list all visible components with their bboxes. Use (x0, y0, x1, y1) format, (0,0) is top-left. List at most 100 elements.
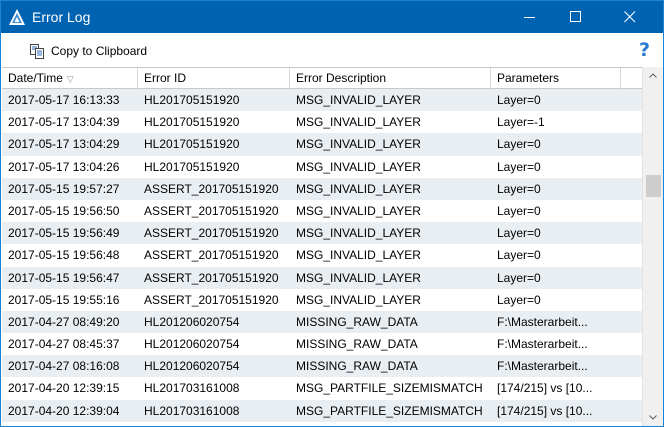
cell-parameters: F:\Masterarbeit... (497, 314, 588, 329)
table-row[interactable]: 2017-05-17 16:13:33 HL201705151920 MSG_I… (2, 89, 642, 112)
cell-datetime: 2017-04-20 12:39:15 (8, 381, 120, 396)
cell-error-description: MSG_INVALID_LAYER (296, 292, 421, 307)
cell-error-id: HL201705151920 (144, 93, 240, 107)
maximize-button[interactable] (553, 1, 599, 33)
cell-parameters: Layer=-1 (497, 115, 545, 130)
cell-parameters: F:\Masterarbeit... (497, 337, 588, 352)
close-icon (624, 11, 636, 23)
cell-error-description: MSG_INVALID_LAYER (296, 137, 421, 152)
cell-error-id: ASSERT_201705151920 (144, 226, 279, 241)
column-header-datetime[interactable]: Date/Time ▽ (2, 68, 138, 89)
cell-error-description: MSG_INVALID_LAYER (296, 203, 421, 218)
table-body: 2017-05-17 16:13:33 HL201705151920 MSG_I… (2, 89, 642, 422)
cell-parameters: Layer=0 (497, 226, 541, 241)
table-row[interactable]: 2017-05-17 13:04:29 HL201705151920 MSG_I… (2, 133, 642, 156)
cell-datetime: 2017-05-15 19:56:50 (8, 203, 120, 218)
title-bar[interactable]: Error Log (1, 1, 663, 33)
chevron-up-icon (649, 73, 657, 78)
table-row[interactable]: 2017-05-15 19:56:48 ASSERT_201705151920 … (2, 244, 642, 266)
cell-error-id: HL201705151920 (144, 159, 240, 174)
copy-to-clipboard-label: Copy to Clipboard (51, 44, 148, 58)
table-row[interactable]: 2017-05-15 19:57:27 ASSERT_201705151920 … (2, 177, 642, 200)
help-icon[interactable]: ? (639, 39, 650, 61)
cell-parameters: Layer=0 (497, 159, 541, 174)
scrollbar-thumb[interactable] (646, 175, 661, 197)
column-header-label: Error Description (296, 71, 387, 85)
cell-datetime: 2017-04-27 08:45:37 (8, 337, 120, 352)
cell-datetime: 2017-04-27 08:16:08 (8, 359, 120, 374)
copy-to-clipboard-button[interactable]: Copy to Clipboard (29, 41, 147, 61)
maximize-icon (570, 11, 581, 22)
error-log-table: Date/Time ▽ Error ID Error Description Pa… (2, 67, 642, 426)
table-row[interactable]: 2017-05-15 19:56:50 ASSERT_201705151920 … (2, 200, 642, 222)
cell-error-description: MSG_INVALID_LAYER (296, 159, 421, 174)
minimize-button[interactable] (507, 1, 553, 33)
cell-error-id: HL201703161008 (144, 403, 240, 418)
cell-error-description: MSG_INVALID_LAYER (296, 248, 421, 263)
cell-error-id: HL201705151920 (144, 137, 240, 152)
cell-error-id: HL201705151920 (144, 115, 240, 130)
cell-parameters: Layer=0 (497, 270, 541, 285)
cell-parameters: Layer=0 (497, 248, 541, 263)
column-header-label: Date/Time (8, 71, 63, 85)
cell-parameters: Layer=0 (497, 181, 541, 196)
chevron-down-icon (649, 415, 657, 420)
minimize-icon (524, 17, 535, 18)
cell-parameters: [174/215] vs [10... (497, 381, 593, 396)
cell-datetime: 2017-05-15 19:56:47 (8, 270, 120, 285)
table-row[interactable]: 2017-04-20 12:39:04 HL201703161008 MSG_P… (2, 399, 642, 422)
cell-datetime: 2017-05-17 13:04:39 (8, 115, 120, 130)
cell-datetime: 2017-04-20 12:39:04 (8, 403, 120, 418)
scroll-up-button[interactable] (643, 67, 663, 84)
cell-parameters: Layer=0 (497, 203, 541, 218)
cell-error-description: MSG_INVALID_LAYER (296, 226, 421, 241)
cell-error-id: HL201206020754 (144, 337, 240, 352)
cell-error-id: ASSERT_201705151920 (144, 270, 279, 285)
cell-datetime: 2017-04-27 08:49:20 (8, 314, 120, 329)
cell-error-id: HL201703161008 (144, 381, 240, 396)
cell-parameters: Layer=0 (497, 292, 541, 307)
vertical-scrollbar[interactable] (642, 67, 663, 426)
cell-parameters: [174/215] vs [10... (497, 403, 593, 418)
table-row[interactable]: 2017-05-17 13:04:39 HL201705151920 MSG_I… (2, 111, 642, 133)
cell-datetime: 2017-05-15 19:57:27 (8, 181, 120, 196)
cell-error-description: MSG_INVALID_LAYER (296, 270, 421, 285)
cell-error-id: ASSERT_201705151920 (144, 248, 279, 263)
close-button[interactable] (607, 1, 653, 33)
table-row[interactable]: 2017-05-15 19:56:49 ASSERT_201705151920 … (2, 222, 642, 245)
cell-error-description: MISSING_RAW_DATA (296, 359, 418, 374)
cell-error-description: MSG_INVALID_LAYER (296, 115, 421, 130)
cell-error-description: MISSING_RAW_DATA (296, 314, 418, 329)
column-header-error-description[interactable]: Error Description (290, 68, 491, 89)
sort-descending-icon: ▽ (66, 74, 74, 84)
column-header-error-id[interactable]: Error ID (138, 68, 290, 89)
table-header: Date/Time ▽ Error ID Error Description Pa… (2, 67, 642, 89)
cell-datetime: 2017-05-15 19:55:16 (8, 292, 120, 307)
column-header-parameters[interactable]: Parameters (491, 68, 621, 89)
table-row[interactable]: 2017-04-20 12:39:15 HL201703161008 MSG_P… (2, 377, 642, 399)
cell-datetime: 2017-05-15 19:56:48 (8, 248, 120, 263)
table-row[interactable]: 2017-05-15 19:55:16 ASSERT_201705151920 … (2, 289, 642, 311)
table-row[interactable]: 2017-04-27 08:16:08 HL201206020754 MISSI… (2, 355, 642, 378)
cell-error-description: MISSING_RAW_DATA (296, 337, 418, 352)
cell-error-id: ASSERT_201705151920 (144, 181, 279, 196)
cell-error-id: ASSERT_201705151920 (144, 292, 279, 307)
app-logo-icon (9, 9, 25, 25)
table-row[interactable]: 2017-04-27 08:45:37 HL201206020754 MISSI… (2, 333, 642, 355)
cell-datetime: 2017-05-17 13:04:29 (8, 137, 120, 152)
cell-parameters: F:\Masterarbeit... (497, 359, 588, 374)
cell-datetime: 2017-05-17 16:13:33 (8, 93, 120, 107)
column-header-label: Parameters (497, 71, 560, 85)
toolbar: Copy to Clipboard ? (1, 33, 663, 67)
scroll-down-button[interactable] (643, 409, 663, 426)
table-row[interactable]: 2017-04-27 08:49:20 HL201206020754 MISSI… (2, 310, 642, 334)
cell-error-description: MSG_INVALID_LAYER (296, 181, 421, 196)
table-row[interactable]: 2017-05-15 19:56:47 ASSERT_201705151920 … (2, 266, 642, 289)
cell-error-id: HL201206020754 (144, 314, 240, 329)
error-log-window: Error Log Copy to Clipboard ? Date/Time … (0, 0, 664, 427)
cell-parameters: Layer=0 (497, 137, 541, 152)
cell-parameters: Layer=0 (497, 93, 541, 107)
window-title: Error Log (32, 9, 91, 25)
table-row[interactable]: 2017-05-17 13:04:26 HL201705151920 MSG_I… (2, 156, 642, 178)
column-header-label: Error ID (144, 71, 186, 85)
